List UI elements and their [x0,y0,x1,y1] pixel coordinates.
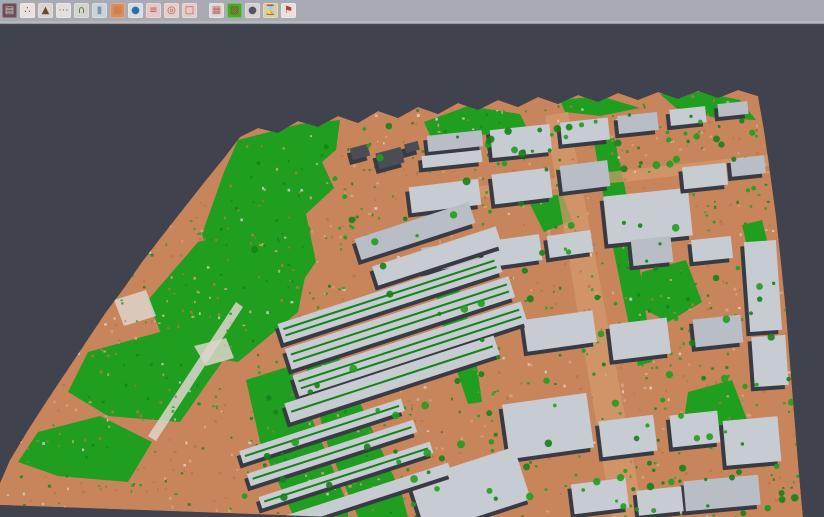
terrain-tin-icon[interactable]: ▲ [38,3,53,18]
grid-overlay-icon[interactable]: ▦ [209,3,224,18]
shaded-sphere-icon[interactable]: ● [245,3,260,18]
profile-view-icon[interactable]: ▮ [92,3,107,18]
flag-marker-icon[interactable]: ⚑ [281,3,296,18]
cross-section-icon[interactable]: ≡ [146,3,161,18]
orthophoto-icon[interactable]: ■ [110,3,125,18]
classification-icon[interactable]: ▧ [227,3,242,18]
viewport-3d[interactable] [0,27,824,517]
main-toolbar: ▤∴▲⋯∩▮■●≡◎□▦▧●⌛⚑ [0,0,824,21]
globe-3d-icon[interactable]: ● [128,3,143,18]
application-window: ▤∴▲⋯∩▮■●≡◎□▦▧●⌛⚑ [0,0,824,517]
circle-select-icon[interactable]: ◎ [164,3,179,18]
sparse-points-icon[interactable]: ⋯ [56,3,71,18]
point-cloud-scene[interactable] [0,27,824,517]
point-cloud-icon[interactable]: ∴ [20,3,35,18]
zoom-extent-icon[interactable]: □ [182,3,197,18]
surface-model-icon[interactable]: ∩ [74,3,89,18]
toolbar-group-gap [200,3,209,18]
open-dataset-icon[interactable]: ▤ [2,3,17,18]
measure-icon[interactable]: ⌛ [263,3,278,18]
